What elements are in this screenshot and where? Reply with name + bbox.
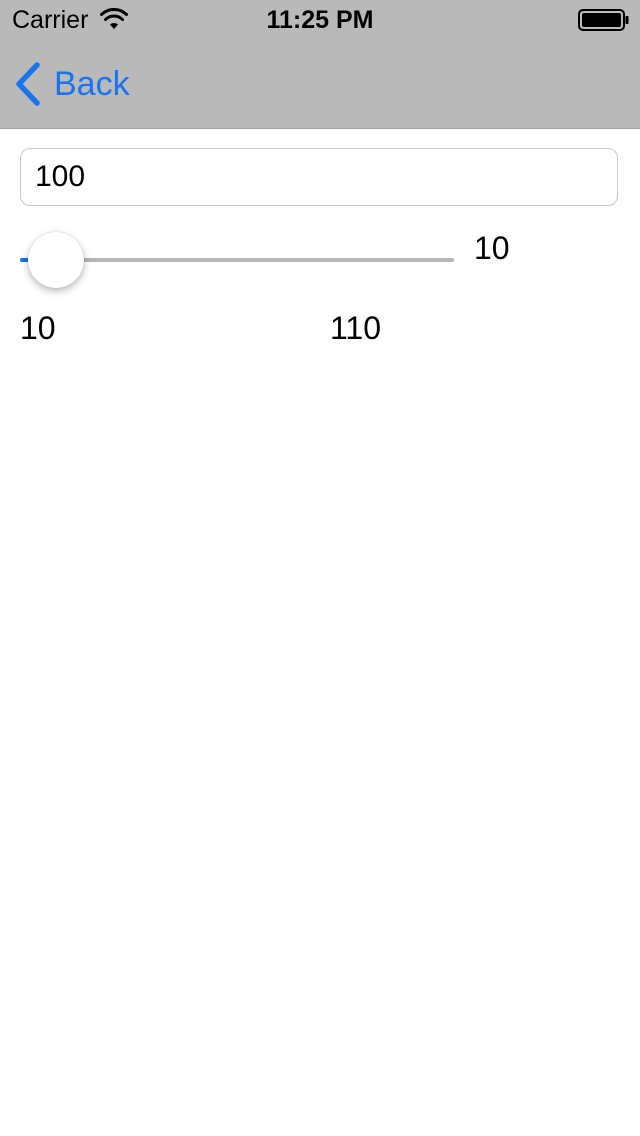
slider-min-label: 10 <box>20 310 56 346</box>
screen: Carrier 11:25 PM Back 100 10 10 110 <box>0 0 640 1136</box>
slider-thumb[interactable] <box>28 232 84 288</box>
back-label: Back <box>54 64 130 103</box>
slider-value-label: 10 <box>474 230 510 266</box>
value-slider[interactable] <box>20 232 454 288</box>
number-text-field[interactable]: 100 <box>20 148 618 206</box>
chevron-left-icon <box>16 62 40 106</box>
slider-track <box>20 258 454 262</box>
status-time: 11:25 PM <box>266 6 374 34</box>
battery-full-icon <box>578 9 629 31</box>
back-button[interactable]: Back <box>14 60 130 108</box>
slider-max-label: 110 <box>330 310 382 346</box>
navigation-bar: Carrier 11:25 PM Back <box>0 0 640 129</box>
